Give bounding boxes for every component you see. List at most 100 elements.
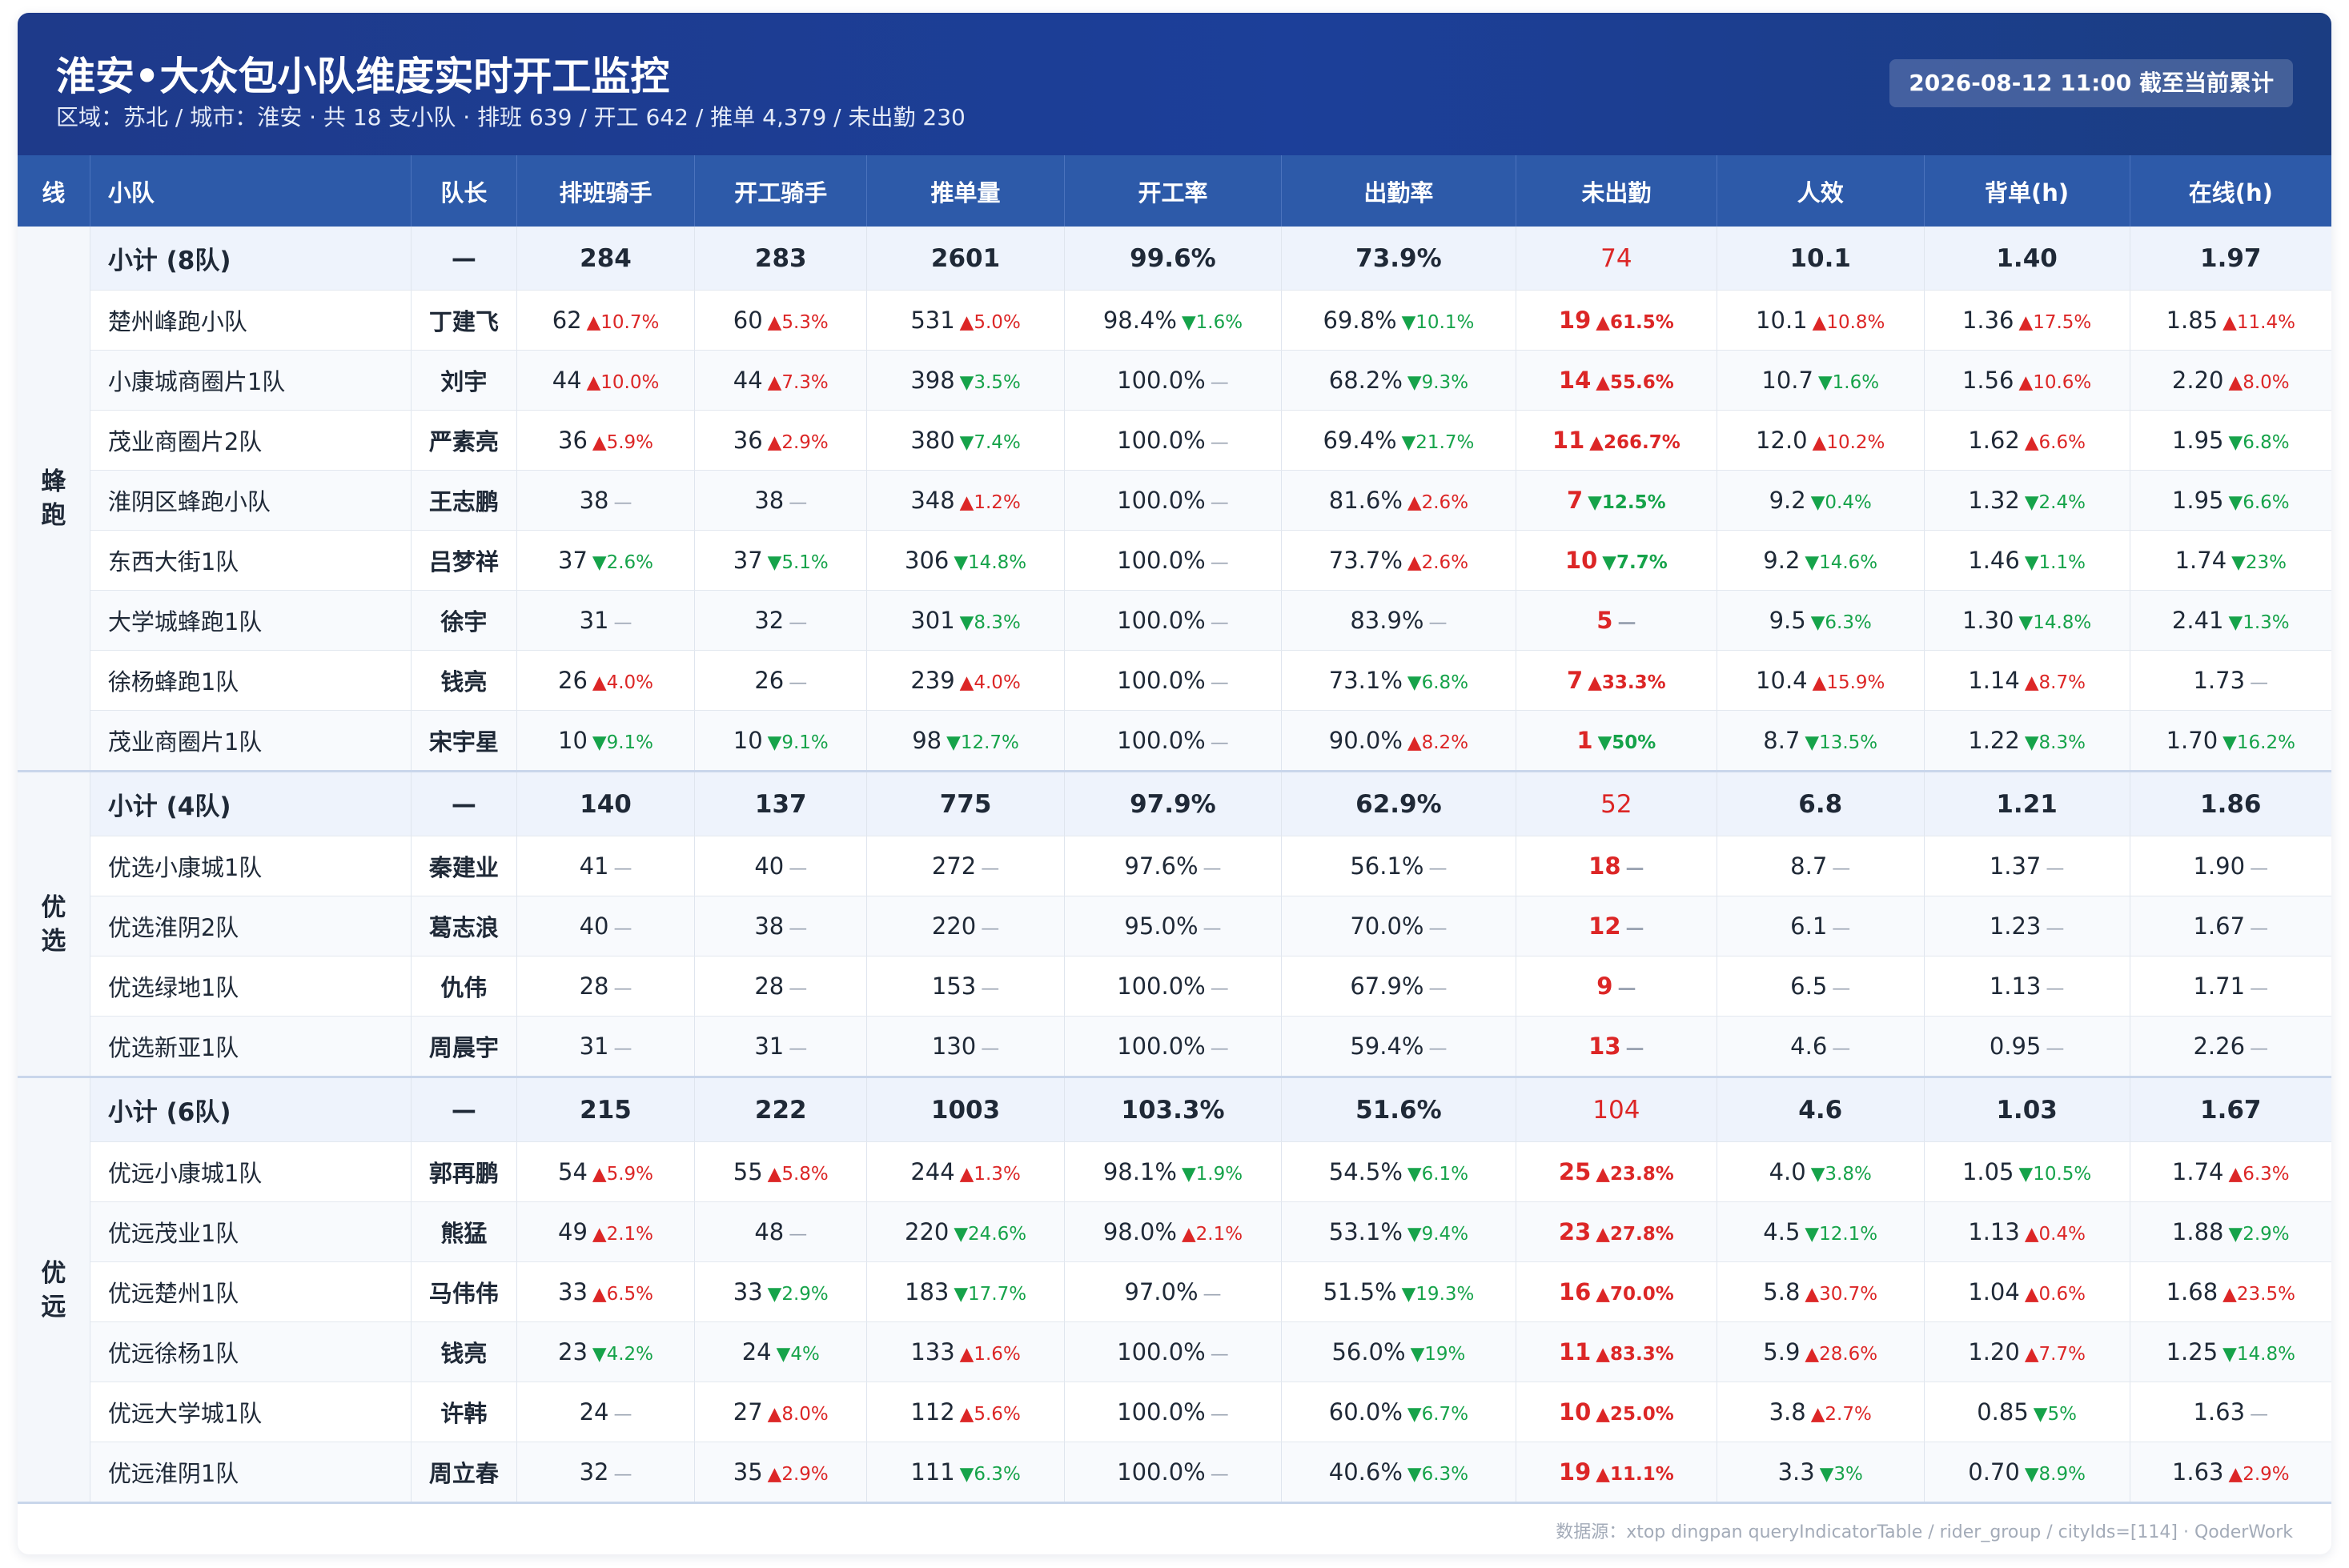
line-label: 优选 xyxy=(18,771,90,1078)
change-indicator: ▲70.0% xyxy=(1596,1284,1674,1305)
change-indicator: ▲10.0% xyxy=(586,372,660,393)
table-row[interactable]: 小康城商圈片1队 刘宇 44 ▲10.0% 44 ▲7.3% 398 ▼3.5% 100.0% —… xyxy=(18,350,2331,411)
online-hours-value: 1.70 xyxy=(2166,727,2218,754)
table-row[interactable]: 淮阴区蜂跑小队 王志鹏 38—38—348 ▲1.2% 100.0% —81.6% ▲2.6… xyxy=(18,470,2331,531)
active-riders-cell: 32— xyxy=(694,590,868,651)
efficiency-cell: 8.7 ▼13.5% xyxy=(1717,710,1925,772)
efficiency-cell: 12.0 ▲10.2% xyxy=(1717,410,1925,471)
team-name: 优选新亚1队 xyxy=(90,1016,412,1078)
attendance-rate-cell: 40.6% ▼6.3% xyxy=(1281,1442,1516,1504)
table-row[interactable]: 大学城蜂跑1队 徐宇 31—32—301 ▼8.3% 100.0% —83.9% —5—9.… xyxy=(18,590,2331,651)
online-hours-cell: 1.74 ▼23% xyxy=(2130,530,2331,591)
team-name: 茂业商圈片1队 xyxy=(90,710,412,772)
change-indicator: — xyxy=(789,672,808,693)
team-name: 东西大街1队 xyxy=(90,530,412,591)
table-row[interactable]: 优远小康城1队 郭再鹏 54 ▲5.9% 55 ▲5.8% 244 ▲1.3% 98.1% ▼1.… xyxy=(18,1141,2331,1202)
backlog-hours-value: 1.56 xyxy=(1962,367,2014,394)
change-indicator: ▼13.5% xyxy=(1805,732,1878,753)
table-row[interactable]: 茂业商圈片2队 严素亮 36 ▲5.9% 36 ▲2.9% 380 ▼7.4% 100.0% —6… xyxy=(18,410,2331,471)
scheduled-riders-value: 41 xyxy=(579,852,609,880)
leader-name: 葛志浪 xyxy=(411,896,517,956)
active-riders-value: 60 xyxy=(733,307,763,334)
table-row[interactable]: 优远徐杨1队 钱亮 23 ▼4.2% 24 ▼4% 133 ▲1.6% 100.0% —56.0%… xyxy=(18,1321,2331,1382)
table-row[interactable]: 优远淮阴1队 周立春 32—35 ▲2.9% 111 ▼6.3% 100.0% —40.6% ▼… xyxy=(18,1442,2331,1504)
leader-name: 周立春 xyxy=(411,1442,517,1504)
change-indicator: ▼24.6% xyxy=(954,1224,1027,1245)
online-hours-cell: 1.68 ▲23.5% xyxy=(2130,1261,2331,1322)
absent-cell: 25 ▲23.8% xyxy=(1516,1141,1717,1202)
efficiency-value: 4.6 xyxy=(1790,1033,1828,1060)
table-row[interactable]: 优选新亚1队 周晨宇 31—31—130—100.0% —59.4% —13—4.6—0… xyxy=(18,1016,2331,1078)
team-name: 优选小康城1队 xyxy=(90,836,412,896)
table-row[interactable]: 优选绿地1队 仇伟 28—28—153—100.0% —67.9% —9—6.5—1.1… xyxy=(18,956,2331,1017)
change-indicator: ▲5.0% xyxy=(959,312,1021,333)
backlog-hours-value: 1.13 xyxy=(1989,972,2042,1000)
table-row[interactable]: 优远楚州1队 马伟伟 33 ▲6.5% 33 ▼2.9% 183 ▼17.7% 97.0% —51… xyxy=(18,1261,2331,1322)
change-indicator: ▼2.9% xyxy=(2228,1224,2290,1245)
col-header-scheduled-riders[interactable]: 排班骑手 xyxy=(516,155,696,227)
change-indicator: — xyxy=(613,858,632,879)
change-indicator: ▼8.9% xyxy=(2024,1464,2086,1485)
table-row[interactable]: 茂业商圈片1队 宋宇星 10 ▼9.1% 10 ▼9.1% 98 ▼12.7% 100.0% —9… xyxy=(18,710,2331,772)
table-row[interactable]: 东西大街1队 吕梦祥 37 ▼2.6% 37 ▼5.1% 306 ▼14.8% 100.0% —7… xyxy=(18,530,2331,591)
attendance-rate-value: 60.0% xyxy=(1328,1398,1403,1426)
backlog-hours-cell: 1.20 ▲7.7% xyxy=(1924,1321,2130,1382)
subtotal-start-rate: 97.9% xyxy=(1064,771,1282,836)
online-hours-value: 1.85 xyxy=(2166,307,2218,334)
change-indicator: — xyxy=(1428,858,1448,879)
change-indicator: ▼6.6% xyxy=(2228,492,2290,513)
start-rate-value: 100.0% xyxy=(1117,1033,1206,1060)
change-indicator: — xyxy=(1210,432,1229,453)
col-header-efficiency[interactable]: 人效 xyxy=(1717,155,1925,227)
backlog-hours-value: 1.05 xyxy=(1962,1158,2014,1185)
efficiency-value: 5.9 xyxy=(1763,1338,1801,1365)
absent-cell: 9— xyxy=(1516,956,1717,1017)
line-label-char: 跑 xyxy=(41,500,66,530)
scheduled-riders-value: 31 xyxy=(579,1033,609,1060)
absent-value: 11 xyxy=(1558,1338,1592,1365)
col-header-absent[interactable]: 未出勤 xyxy=(1516,155,1717,227)
active-riders-value: 40 xyxy=(754,852,785,880)
absent-cell: 19 ▲11.1% xyxy=(1516,1442,1717,1504)
online-hours-cell: 1.95 ▼6.6% xyxy=(2130,470,2331,531)
change-indicator: — xyxy=(2250,1038,2269,1059)
col-header-online-hours[interactable]: 在线(h) xyxy=(2130,155,2331,227)
subtotal-absent: 52 xyxy=(1516,771,1717,836)
col-header-line[interactable]: 线 xyxy=(18,155,90,227)
col-header-attendance-rate[interactable]: 出勤率 xyxy=(1281,155,1516,227)
orders-pushed-cell: 112 ▲5.6% xyxy=(866,1382,1065,1442)
change-indicator: — xyxy=(2250,858,2269,879)
col-header-orders-pushed[interactable]: 推单量 xyxy=(866,155,1065,227)
active-riders-value: 10 xyxy=(733,727,763,754)
table-row[interactable]: 优选小康城1队 秦建业 41—40—272—97.6% —56.1% —18—8.7—1… xyxy=(18,836,2331,896)
attendance-rate-value: 83.9% xyxy=(1350,607,1424,634)
active-riders-value: 44 xyxy=(733,367,763,394)
table-row[interactable]: 优远茂业1队 熊猛 49 ▲2.1% 48—220 ▼24.6% 98.0% ▲2.1% 53.… xyxy=(18,1201,2331,1262)
change-indicator: — xyxy=(2250,672,2269,693)
orders-pushed-value: 111 xyxy=(910,1458,955,1486)
online-hours-value: 2.26 xyxy=(2193,1033,2246,1060)
table-row[interactable]: 优远大学城1队 许韩 24—27 ▲8.0% 112 ▲5.6% 100.0% —60.0% ▼… xyxy=(18,1382,2331,1442)
orders-pushed-cell: 130— xyxy=(866,1016,1065,1078)
team-name: 优选淮阴2队 xyxy=(90,896,412,956)
col-header-leader[interactable]: 队长 xyxy=(411,155,517,227)
table-row[interactable]: 徐杨蜂跑1队 钱亮 26 ▲4.0% 26—239 ▲4.0% 100.0% —73.1% ▼6… xyxy=(18,650,2331,711)
attendance-rate-value: 53.1% xyxy=(1328,1218,1403,1245)
absent-cell: 18— xyxy=(1516,836,1717,896)
change-indicator: ▼4% xyxy=(776,1344,820,1365)
change-indicator: ▼9.3% xyxy=(1407,372,1469,393)
subtotal-label: 小计 (8队) xyxy=(90,227,412,291)
change-indicator: ▲61.5% xyxy=(1596,312,1674,333)
col-header-team[interactable]: 小队 xyxy=(90,155,412,227)
subtotal-row: 优远小计 (6队) —215 222 1003 103.3% 51.6% 104 4.6 1.0… xyxy=(18,1077,2331,1504)
table-row[interactable]: 楚州峰跑小队 丁建飞 62 ▲10.7% 60 ▲5.3% 531 ▲5.0% 98.4% ▼1.… xyxy=(18,290,2331,351)
table-row[interactable]: 优选淮阴2队 葛志浪 40—38—220—95.0% —70.0% —12—6.1—1.… xyxy=(18,896,2331,956)
col-header-start-rate[interactable]: 开工率 xyxy=(1064,155,1282,227)
scheduled-riders-cell: 44 ▲10.0% xyxy=(516,350,696,411)
col-header-active-riders[interactable]: 开工骑手 xyxy=(694,155,868,227)
change-indicator: — xyxy=(2250,978,2269,999)
team-name: 优远淮阴1队 xyxy=(90,1442,412,1504)
leader-name: 吕梦祥 xyxy=(411,530,517,591)
col-header-backlog-hours[interactable]: 背单(h) xyxy=(1924,155,2130,227)
change-indicator: ▼4.2% xyxy=(592,1344,654,1365)
